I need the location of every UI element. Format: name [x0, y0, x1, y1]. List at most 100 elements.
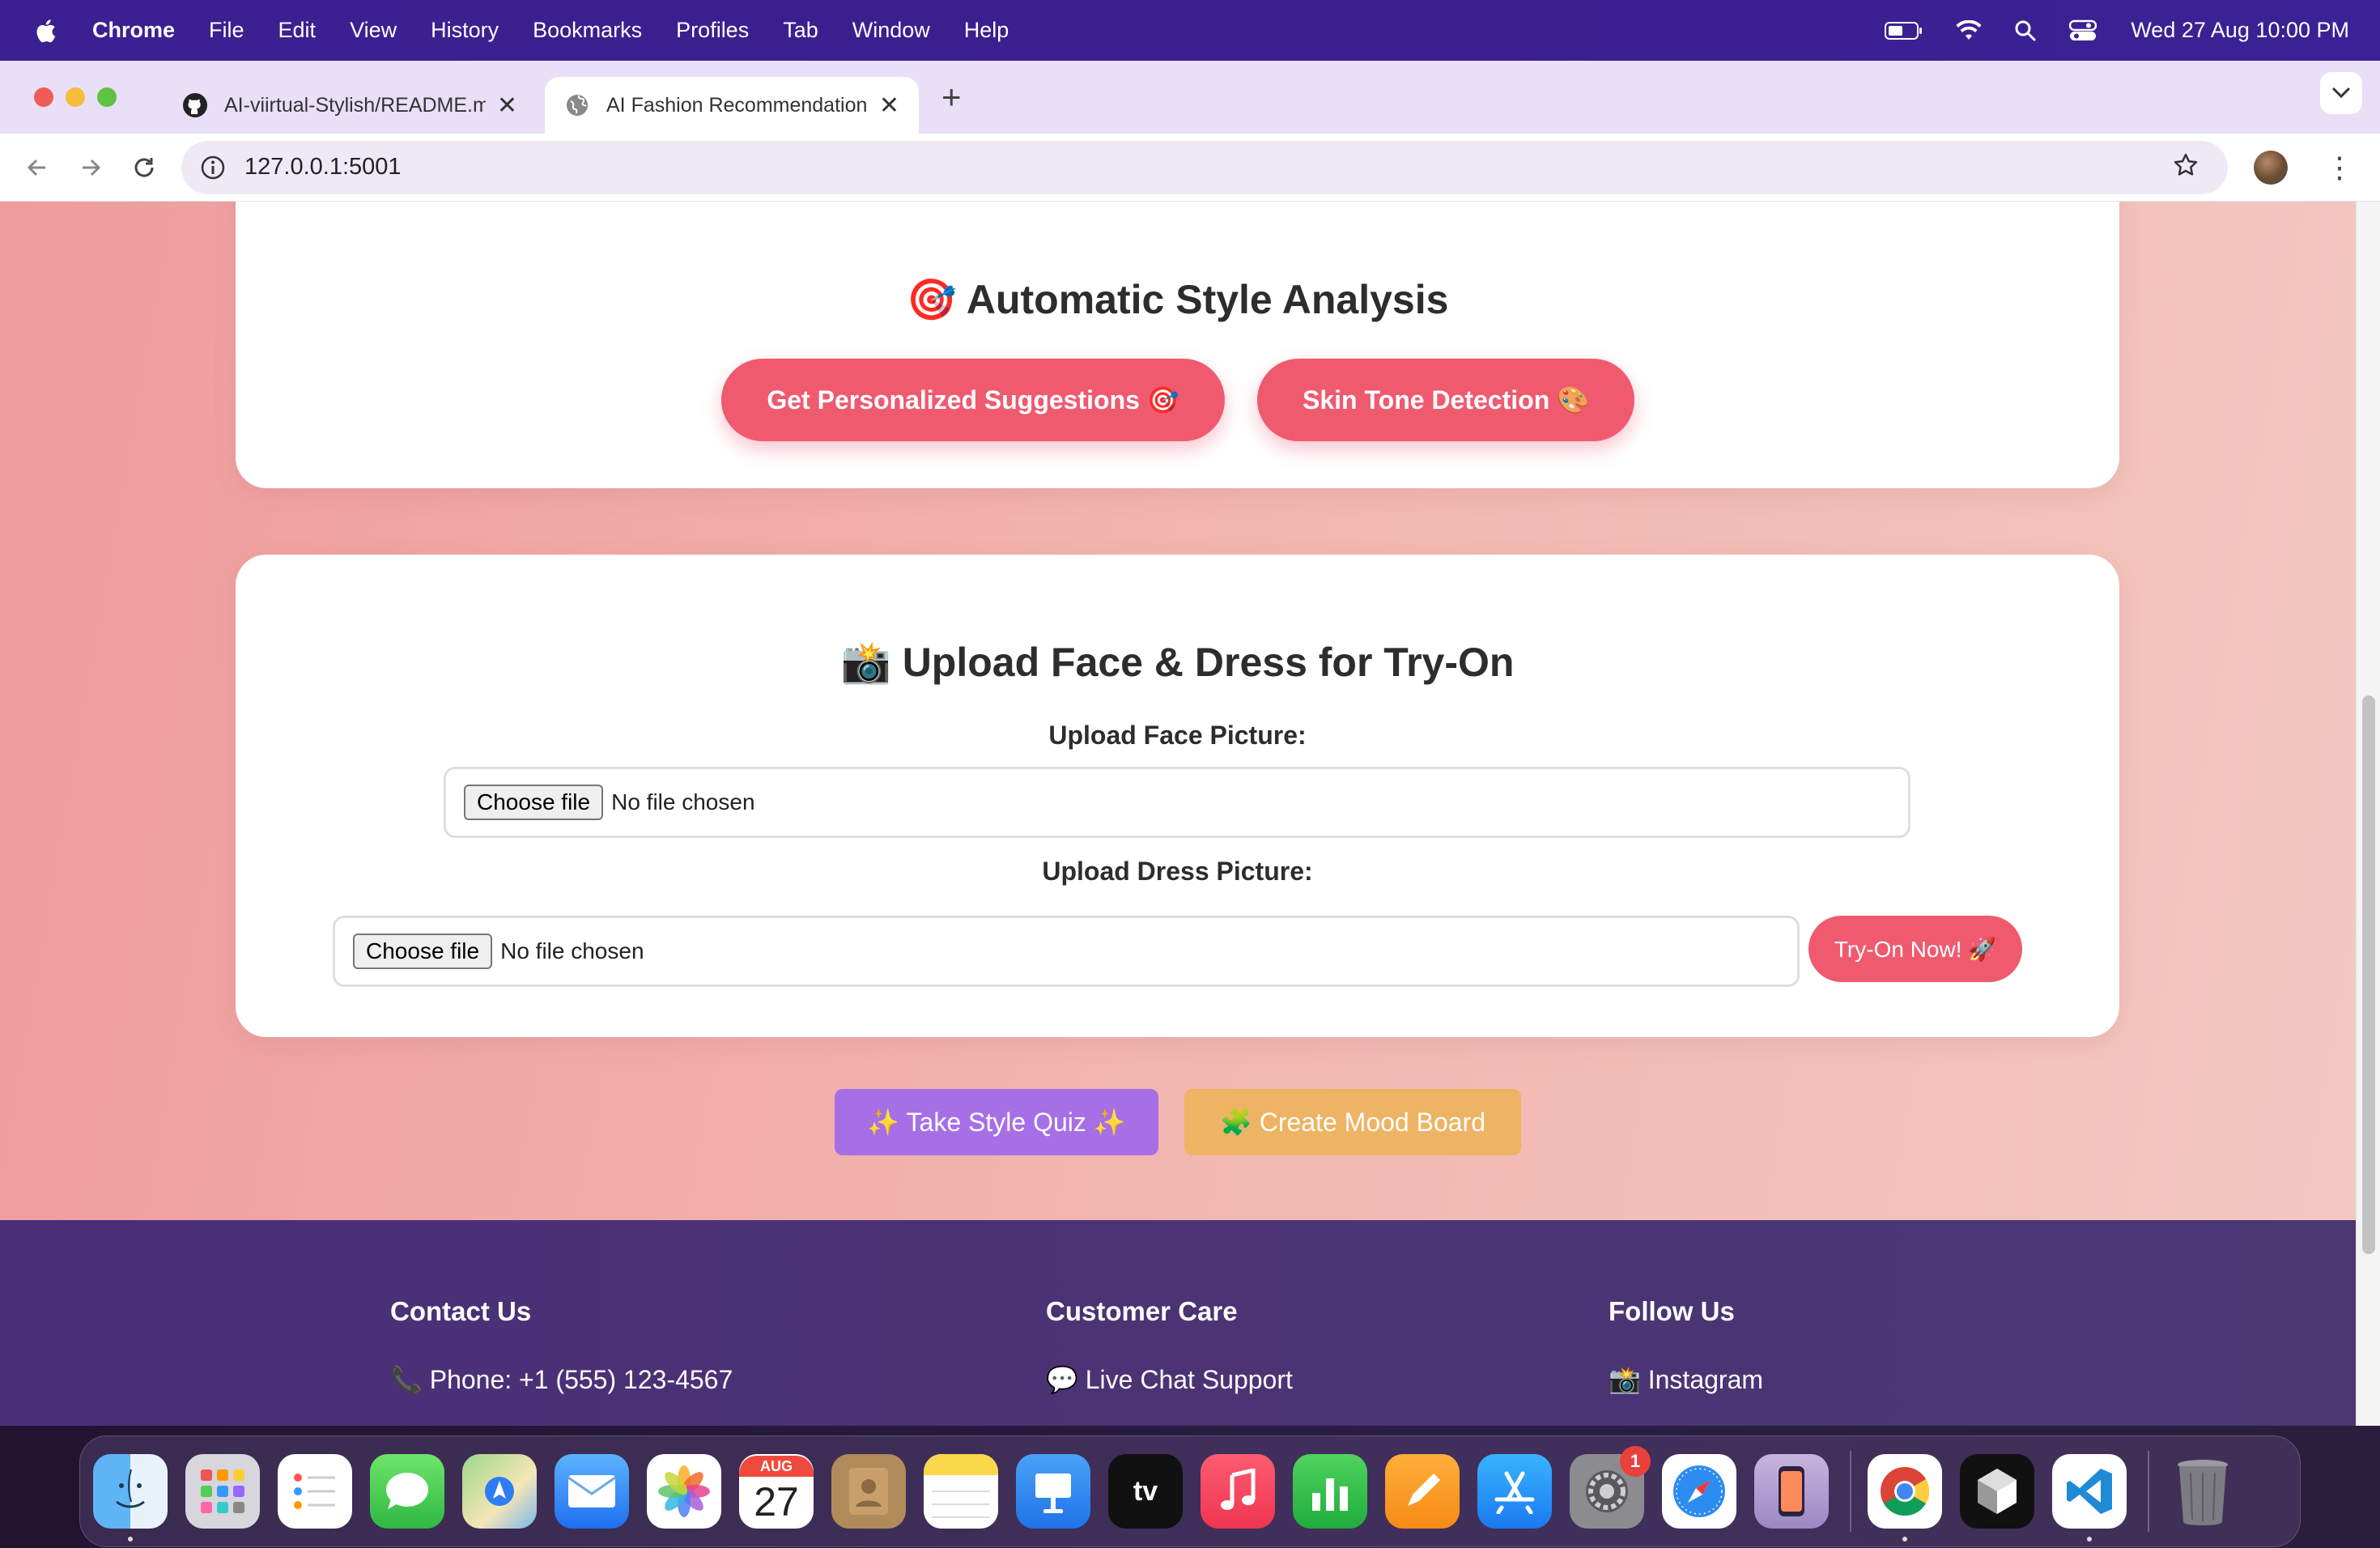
running-indicator: [1902, 1537, 1907, 1542]
wifi-icon[interactable]: [1956, 19, 1982, 41]
menu-app-chrome[interactable]: Chrome: [92, 18, 175, 43]
target-icon: 🎯: [906, 277, 957, 322]
menu-help[interactable]: Help: [964, 18, 1009, 43]
try-on-heading: 📸 Upload Face & Dress for Try-On: [236, 639, 2119, 687]
app-store-icon[interactable]: [1477, 1454, 1552, 1529]
back-button[interactable]: [21, 151, 53, 184]
menu-edit[interactable]: Edit: [278, 18, 317, 43]
try-on-now-button[interactable]: Try-On Now! 🚀: [1808, 916, 2022, 982]
browser-tab-strip: AI-viirtual-Stylish/README.m ✕ AI Fashio…: [0, 61, 2380, 134]
footer-care-column: Customer Care 💬 Live Chat Support: [1046, 1296, 1293, 1395]
face-file-status: No file chosen: [611, 789, 755, 814]
skin-tone-detection-button[interactable]: Skin Tone Detection 🎨: [1257, 359, 1634, 441]
vscode-icon[interactable]: [2052, 1454, 2127, 1542]
reload-button[interactable]: [128, 151, 160, 184]
address-bar[interactable]: 127.0.0.1:5001: [181, 140, 2228, 194]
running-indicator: [2087, 1537, 2092, 1542]
globe-icon: [567, 95, 588, 116]
more-options-icon[interactable]: ⋮: [2325, 151, 2354, 185]
spotlight-search-icon[interactable]: [2014, 19, 2037, 42]
window-controls: [34, 87, 129, 107]
dress-choose-file-button[interactable]: Choose file: [353, 933, 493, 969]
footer-live-chat-link[interactable]: 💬 Live Chat Support: [1046, 1364, 1293, 1395]
close-tab-icon[interactable]: ✕: [497, 91, 517, 120]
footer-contact-column: Contact Us 📞 Phone: +1 (555) 123-4567: [390, 1296, 733, 1395]
close-window-button[interactable]: [34, 87, 53, 107]
mail-icon[interactable]: [555, 1454, 629, 1529]
launchpad-icon[interactable]: [185, 1454, 260, 1529]
close-tab-icon[interactable]: ✕: [879, 91, 899, 120]
menu-bookmarks[interactable]: Bookmarks: [533, 18, 642, 43]
control-center-icon[interactable]: [2069, 19, 2097, 42]
menu-history[interactable]: History: [431, 18, 499, 43]
style-analysis-title: Automatic Style Analysis: [966, 277, 1449, 322]
footer-phone-link[interactable]: 📞 Phone: +1 (555) 123-4567: [390, 1364, 733, 1395]
music-icon[interactable]: [1201, 1454, 1275, 1529]
finder-icon[interactable]: [93, 1454, 168, 1542]
chrome-icon[interactable]: [1868, 1454, 1942, 1542]
get-suggestions-button[interactable]: Get Personalized Suggestions 🎯: [721, 359, 1225, 441]
site-info-icon[interactable]: [198, 152, 228, 183]
maps-icon[interactable]: [462, 1454, 537, 1529]
photos-icon[interactable]: [647, 1454, 721, 1529]
tab-search-button[interactable]: [2320, 72, 2362, 114]
menu-view[interactable]: View: [350, 18, 397, 43]
calendar-icon[interactable]: AUG 27: [739, 1454, 814, 1529]
footer-follow-column: Follow Us 📸 Instagram: [1609, 1296, 1763, 1395]
menu-file[interactable]: File: [209, 18, 244, 43]
camera-icon: 📸: [840, 640, 891, 685]
desktop-dock-area: AUG 27 tv 1: [0, 1426, 2380, 1548]
style-analysis-heading: 🎯 Automatic Style Analysis: [236, 276, 2119, 324]
footer-instagram-link[interactable]: 📸 Instagram: [1609, 1364, 1763, 1395]
apple-tv-icon[interactable]: tv: [1108, 1454, 1183, 1529]
trash-icon[interactable]: [2165, 1454, 2240, 1529]
face-file-input[interactable]: Choose file No file chosen: [444, 767, 1910, 838]
face-choose-file-button[interactable]: Choose file: [464, 785, 604, 820]
apple-menu-icon[interactable]: [32, 17, 57, 45]
github-icon: [183, 93, 207, 117]
profile-avatar[interactable]: [2254, 150, 2288, 185]
notification-badge: 1: [1620, 1446, 1651, 1477]
dock-separator: [1850, 1451, 1851, 1532]
forward-button[interactable]: [74, 151, 107, 184]
take-style-quiz-button[interactable]: ✨ Take Style Quiz ✨: [835, 1089, 1158, 1155]
footer-contact-heading: Contact Us: [390, 1296, 532, 1326]
notes-icon[interactable]: [924, 1454, 998, 1529]
browser-toolbar: 127.0.0.1:5001 ⋮: [0, 134, 2380, 202]
messages-icon[interactable]: [370, 1454, 444, 1529]
menu-window[interactable]: Window: [852, 18, 930, 43]
keynote-icon[interactable]: [1016, 1454, 1090, 1529]
contacts-icon[interactable]: [831, 1454, 906, 1529]
running-indicator: [128, 1537, 133, 1542]
face-upload-label: Upload Face Picture:: [1048, 721, 1307, 750]
safari-icon[interactable]: [1662, 1454, 1736, 1529]
dock-separator: [2148, 1451, 2149, 1532]
footer-care-heading: Customer Care: [1046, 1296, 1238, 1326]
system-settings-icon[interactable]: 1: [1570, 1446, 1651, 1529]
macos-menu-bar: Chrome File Edit View History Bookmarks …: [0, 0, 2380, 61]
unity-icon[interactable]: [1960, 1454, 2034, 1529]
create-mood-board-button[interactable]: 🧩 Create Mood Board: [1184, 1089, 1521, 1155]
battery-icon[interactable]: [1885, 21, 1923, 40]
numbers-icon[interactable]: [1293, 1454, 1367, 1529]
dress-file-input[interactable]: Choose file No file chosen: [333, 916, 1800, 987]
menubar-clock[interactable]: Wed 27 Aug 10:00 PM: [2131, 18, 2349, 43]
page-scrollbar[interactable]: [2356, 202, 2380, 1426]
menu-tab[interactable]: Tab: [783, 18, 818, 43]
tab-title: AI-viirtual-Stylish/README.m: [224, 93, 486, 117]
minimize-window-button[interactable]: [66, 87, 85, 107]
chevron-down-icon: [2332, 87, 2350, 99]
tv-label: tv: [1133, 1475, 1158, 1507]
tab-readme[interactable]: AI-viirtual-Stylish/README.m ✕: [163, 77, 537, 134]
pages-icon[interactable]: [1385, 1454, 1460, 1529]
zoom-window-button[interactable]: [97, 87, 117, 107]
bookmark-star-icon[interactable]: [2173, 152, 2199, 182]
iphone-mirroring-icon[interactable]: [1754, 1454, 1829, 1529]
new-tab-button[interactable]: +: [941, 78, 962, 117]
tab-ai-fashion[interactable]: AI Fashion Recommendation ✕: [545, 77, 919, 134]
url-text[interactable]: 127.0.0.1:5001: [244, 154, 2173, 181]
try-on-upload-card: 📸 Upload Face & Dress for Try-On Upload …: [236, 555, 2119, 1037]
scrollbar-thumb[interactable]: [2362, 695, 2375, 1254]
menu-profiles[interactable]: Profiles: [676, 18, 749, 43]
reminders-icon[interactable]: [278, 1454, 352, 1529]
